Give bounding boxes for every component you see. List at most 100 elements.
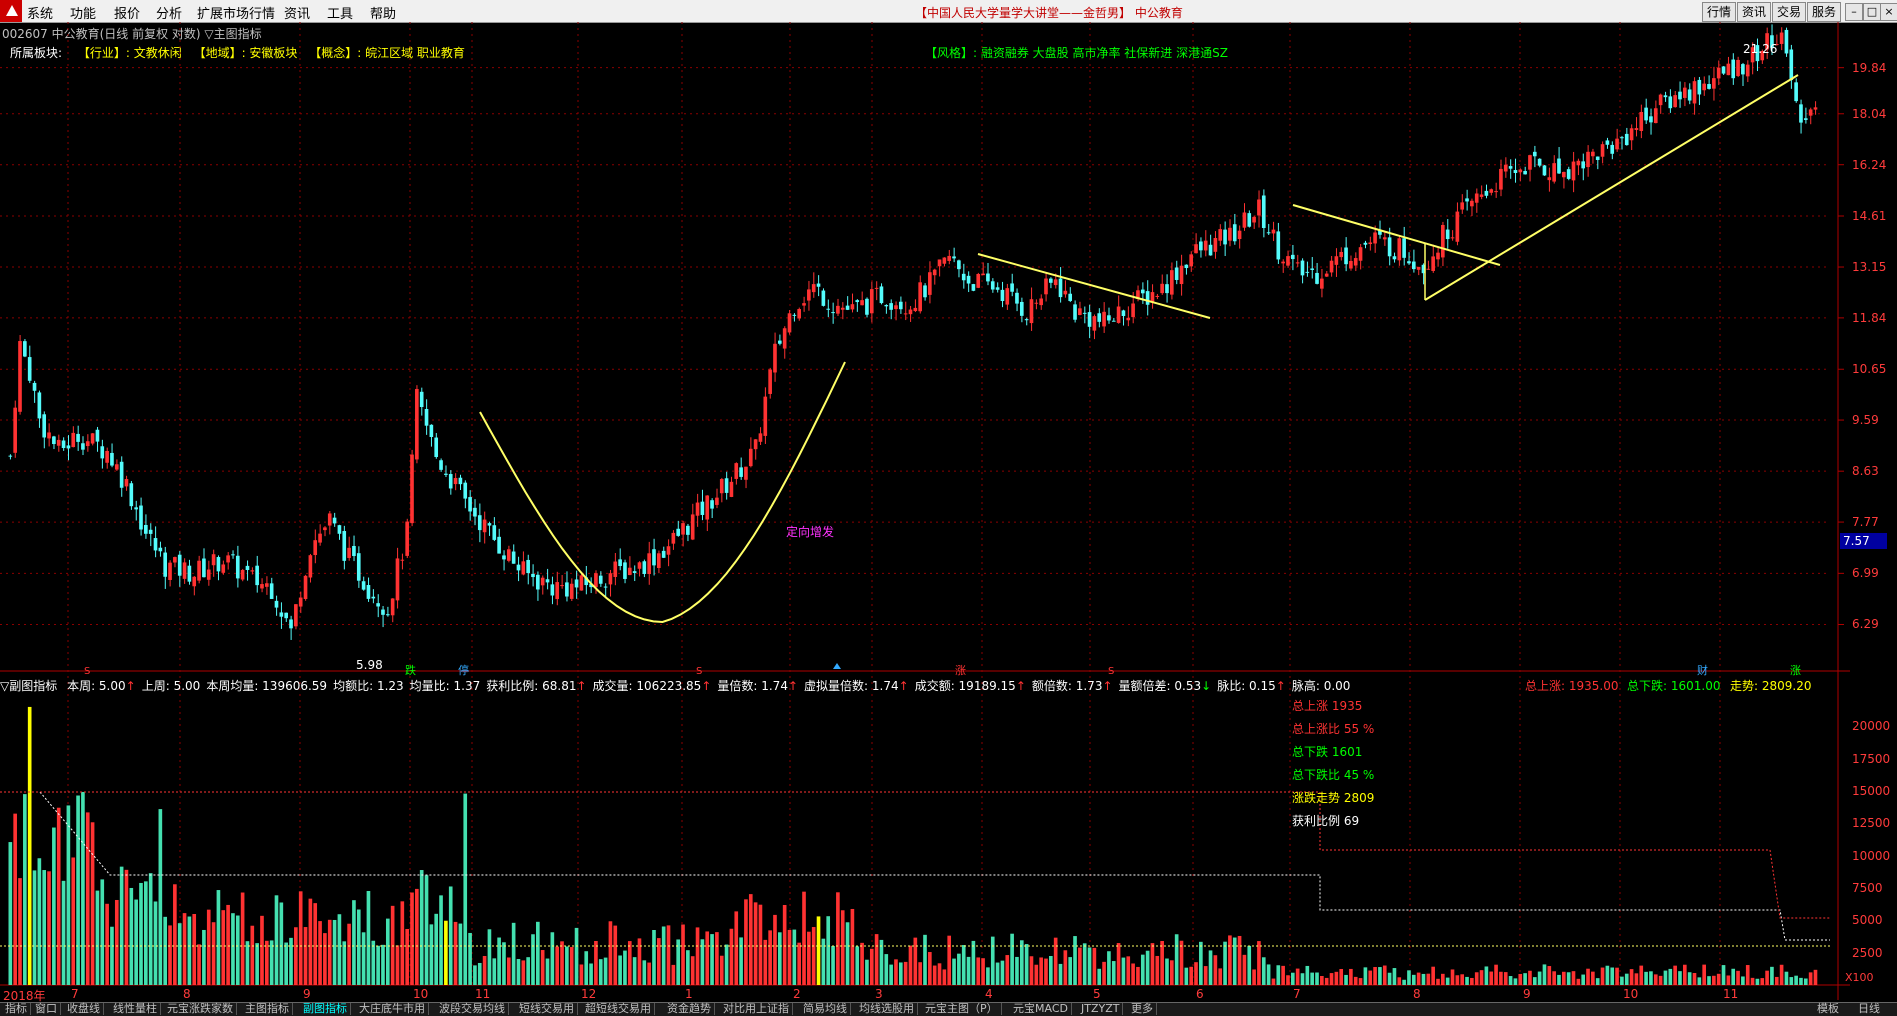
tab-14[interactable]: 简易均线 [800,1003,851,1015]
candle-body [932,269,937,276]
candle-body [1803,118,1808,120]
candle-body [439,460,443,470]
candle-body [1295,262,1300,264]
tab-19[interactable]: 更多 [1128,1003,1157,1015]
tab-1[interactable]: 指标 [2,1003,31,1015]
volume-bar [347,923,351,985]
volume-bar [1528,970,1532,985]
price-tick-label: 6.99 [1852,566,1879,581]
tab-17[interactable]: 元宝MACD [1010,1003,1072,1015]
volume-bar [318,921,322,985]
volume-bar [1237,935,1242,985]
tab-4[interactable]: 线性量柱 [110,1003,161,1015]
volume-bar [385,918,390,985]
volume-bar [1421,973,1426,985]
candle-body [1286,256,1290,266]
volume-bar [255,943,259,985]
candle-body [758,433,763,442]
volume-bar [1436,978,1440,985]
candle-body [903,313,908,315]
volume-bar [1174,934,1179,985]
volume-bar [47,871,51,985]
period-button[interactable]: 日线 [1855,1003,1883,1015]
candle-body [976,273,981,288]
volume-bar [690,956,695,985]
volume-bar [952,958,956,985]
tab-3[interactable]: 收盘线 [64,1003,104,1015]
volume-bar [797,942,801,985]
candle-body [1223,229,1227,245]
candle-body [850,304,855,310]
volume-bar [652,929,656,985]
candle-body [1479,194,1484,197]
volume-bar [661,926,666,985]
candle-body [1305,271,1310,273]
candle-body [119,461,124,488]
volume-bar [76,795,80,985]
tab-13[interactable]: 对比用上证指 [720,1003,793,1015]
tab-5[interactable]: 元宝涨跌家数 [164,1003,237,1015]
tab-6[interactable]: 主图指标 [242,1003,293,1015]
tab-7[interactable]: 副图指标 [300,1003,351,1015]
candle-body [710,500,714,509]
volume-bar [1189,966,1193,985]
candle-body [1789,49,1794,81]
candle-body [114,464,119,470]
volume-bar [1508,976,1513,985]
volume-bar [632,957,637,985]
volume-bar [1605,965,1610,985]
volume-bar [1581,974,1586,985]
month-label: 1 [685,987,693,1001]
volume-bar [1402,979,1406,985]
volume-bar [1131,963,1135,985]
volume-bar [1532,977,1537,985]
tab-16[interactable]: 元宝主图（P） [922,1003,1002,1015]
volume-bar [584,951,589,985]
candle-body [1518,169,1523,173]
tab-15[interactable]: 均线选股用 [856,1003,918,1015]
volume-bar [419,870,424,985]
volume-bar [274,895,279,985]
volume-bar [1053,937,1058,985]
candle-body [913,307,918,312]
candle-body [1184,264,1189,269]
candle-body [1658,94,1663,106]
candle-body [763,396,768,436]
candle-body [555,582,560,600]
template-button[interactable]: 模板 [1814,1003,1842,1015]
candle-body [1058,278,1063,298]
volume-bar [1140,954,1145,985]
volume-bar [1315,972,1319,985]
volume-bar [1373,967,1377,985]
volume-bar [536,921,540,985]
kline-chart: 21.26 5.98 定向增发跌 停 涨 财 涨 S S S [0,22,1850,1000]
candle-body [1571,161,1576,181]
candle-body [66,445,71,449]
candle-body [719,479,724,494]
candle-body [444,473,448,475]
candle-body [981,273,985,276]
candle-body [284,612,288,619]
tab-11[interactable]: 超短线交易用 [582,1003,655,1015]
tab-12[interactable]: 资金趋势 [664,1003,715,1015]
candle-body [473,507,477,517]
sub-indicator-item: 本周: 5.00↑ [67,679,136,693]
volume-bar [313,903,318,985]
month-label: 9 [303,987,311,1001]
volume-bar [13,813,17,985]
tab-2[interactable]: 窗口 [32,1003,61,1015]
volume-bar [1736,970,1740,985]
candle-body [1431,256,1435,271]
sub-indicator-item: 量额倍差: 0.53↓ [1118,679,1212,693]
candle-body [361,581,366,590]
tab-8[interactable]: 大庄底牛市用 [356,1003,429,1015]
tab-18[interactable]: JTZYZT [1078,1003,1124,1015]
candle-body [1387,237,1392,257]
volume-bar [1407,970,1411,985]
volume-bar [1441,973,1445,985]
tab-9[interactable]: 波段交易均线 [436,1003,509,1015]
tab-10[interactable]: 短线交易用 [516,1003,578,1015]
candle-body [671,532,676,544]
volume-bar [603,957,608,985]
sub-indicator-name[interactable]: ▽副图指标 [0,679,57,693]
